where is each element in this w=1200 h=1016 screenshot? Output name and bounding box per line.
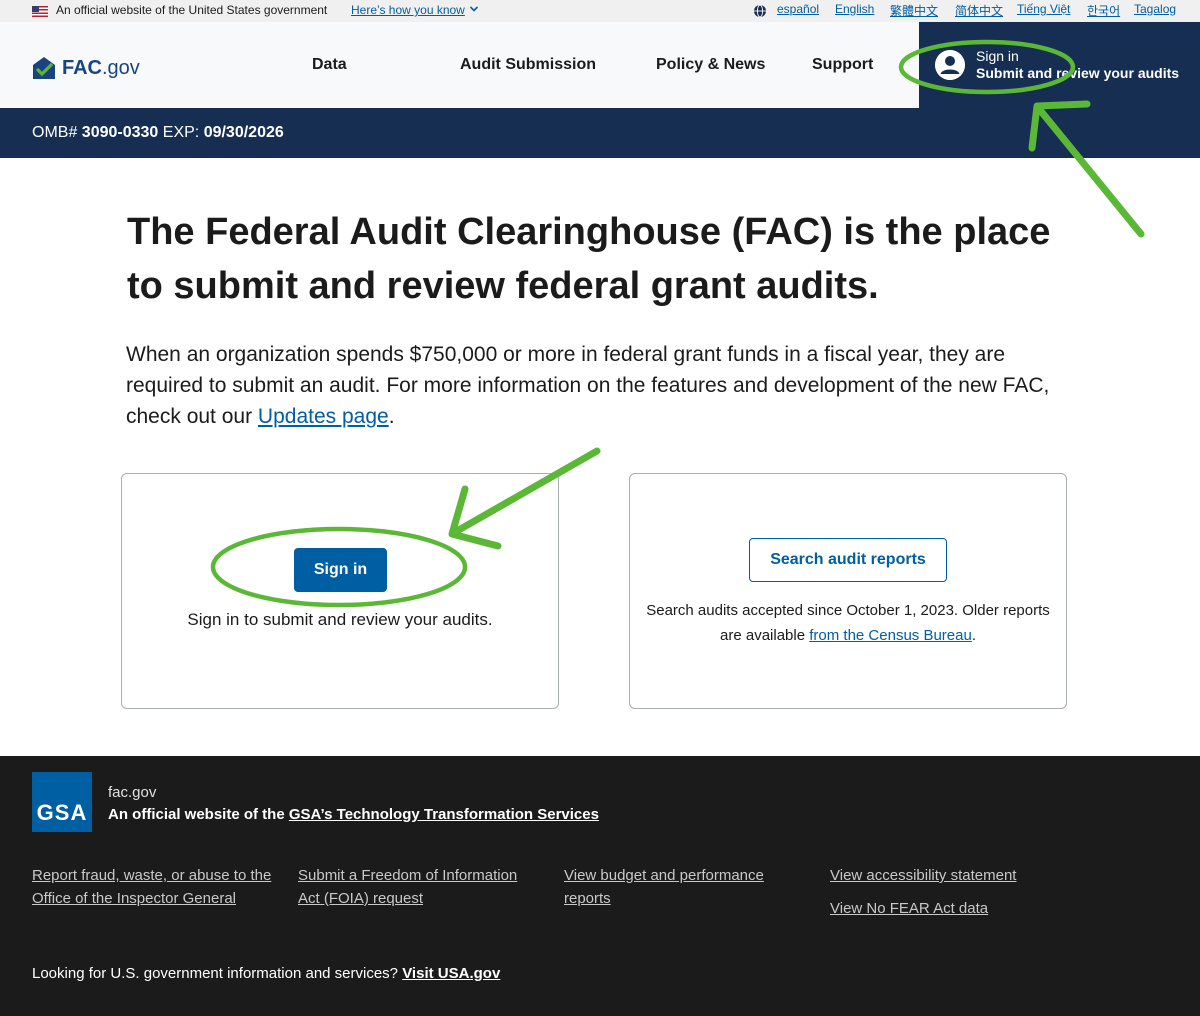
lang-traditional-chinese[interactable]: 繁體中文 — [890, 2, 938, 19]
footer-domain: fac.gov — [108, 784, 157, 801]
nav-data[interactable]: Data — [312, 56, 347, 74]
chevron-down-icon[interactable] — [469, 4, 479, 14]
updates-page-link[interactable]: Updates page — [258, 405, 389, 428]
footer-link-budget[interactable]: View budget and performance reports — [564, 864, 794, 910]
site-footer: GSA fac.gov An official website of the G… — [0, 756, 1200, 1016]
page-title: The Federal Audit Clearinghouse (FAC) is… — [127, 211, 1051, 307]
gov-banner: An official website of the United States… — [0, 0, 1200, 22]
footer-link-oig[interactable]: Report fraud, waste, or abuse to the Off… — [32, 864, 272, 910]
search-card-text: Search audits accepted since October 1, … — [646, 602, 1050, 644]
search-audit-reports-button[interactable]: Search audit reports — [749, 538, 947, 582]
footer-link-foia[interactable]: Submit a Freedom of Information Act (FOI… — [298, 864, 538, 910]
usa-gov-link[interactable]: Visit USA.gov — [402, 965, 500, 982]
nav-audit-submission[interactable]: Audit Submission — [460, 56, 596, 74]
omb-info: OMB# 3090-0330 EXP: 09/30/2026 — [32, 124, 284, 141]
header-signin-label: Sign in — [976, 48, 1019, 64]
signin-card: Sign in Sign in to submit and review you… — [121, 473, 559, 709]
footer-official-text: An official website of the GSA’s Technol… — [108, 806, 599, 823]
us-flag-icon — [32, 6, 48, 17]
heres-how-you-know-link[interactable]: Here’s how you know — [351, 3, 465, 17]
nav-support[interactable]: Support — [812, 56, 873, 74]
logo-text: FAC.gov — [62, 56, 140, 79]
header-signin-sublabel: Submit and review your audits — [976, 65, 1180, 81]
lang-espanol[interactable]: español — [777, 2, 819, 16]
lang-english[interactable]: English — [835, 2, 874, 16]
lang-tagalog[interactable]: Tagalog — [1134, 2, 1176, 16]
signin-button[interactable]: Sign in — [294, 548, 387, 592]
fac-logo-icon — [33, 57, 55, 79]
gsa-logo: GSA — [32, 772, 92, 832]
fac-logo-link[interactable]: FAC.gov — [32, 56, 140, 80]
footer-link-accessibility[interactable]: View accessibility statement — [830, 864, 1070, 887]
census-bureau-link[interactable]: from the Census Bureau — [809, 627, 972, 644]
lang-simplified-chinese[interactable]: 简体中文 — [955, 2, 1003, 19]
search-card: Search audit reports Search audits accep… — [629, 473, 1067, 709]
intro-paragraph: When an organization spends $750,000 or … — [126, 343, 1050, 428]
lang-korean[interactable]: 한국어 — [1087, 2, 1120, 19]
nav-policy-news[interactable]: Policy & News — [656, 56, 765, 74]
signin-card-text: Sign in to submit and review your audits… — [187, 610, 493, 629]
header-signin-button[interactable]: Sign in Submit and review your audits — [919, 22, 1200, 158]
lang-vietnamese[interactable]: Tiếng Việt — [1017, 2, 1070, 16]
user-avatar-icon — [935, 50, 965, 80]
footer-bottom-text: Looking for U.S. government information … — [32, 965, 501, 982]
globe-icon — [754, 4, 766, 18]
footer-link-no-fear[interactable]: View No FEAR Act data — [830, 897, 1070, 920]
gov-banner-text: An official website of the United States… — [56, 3, 328, 17]
tts-link[interactable]: GSA’s Technology Transformation Services — [289, 806, 599, 823]
